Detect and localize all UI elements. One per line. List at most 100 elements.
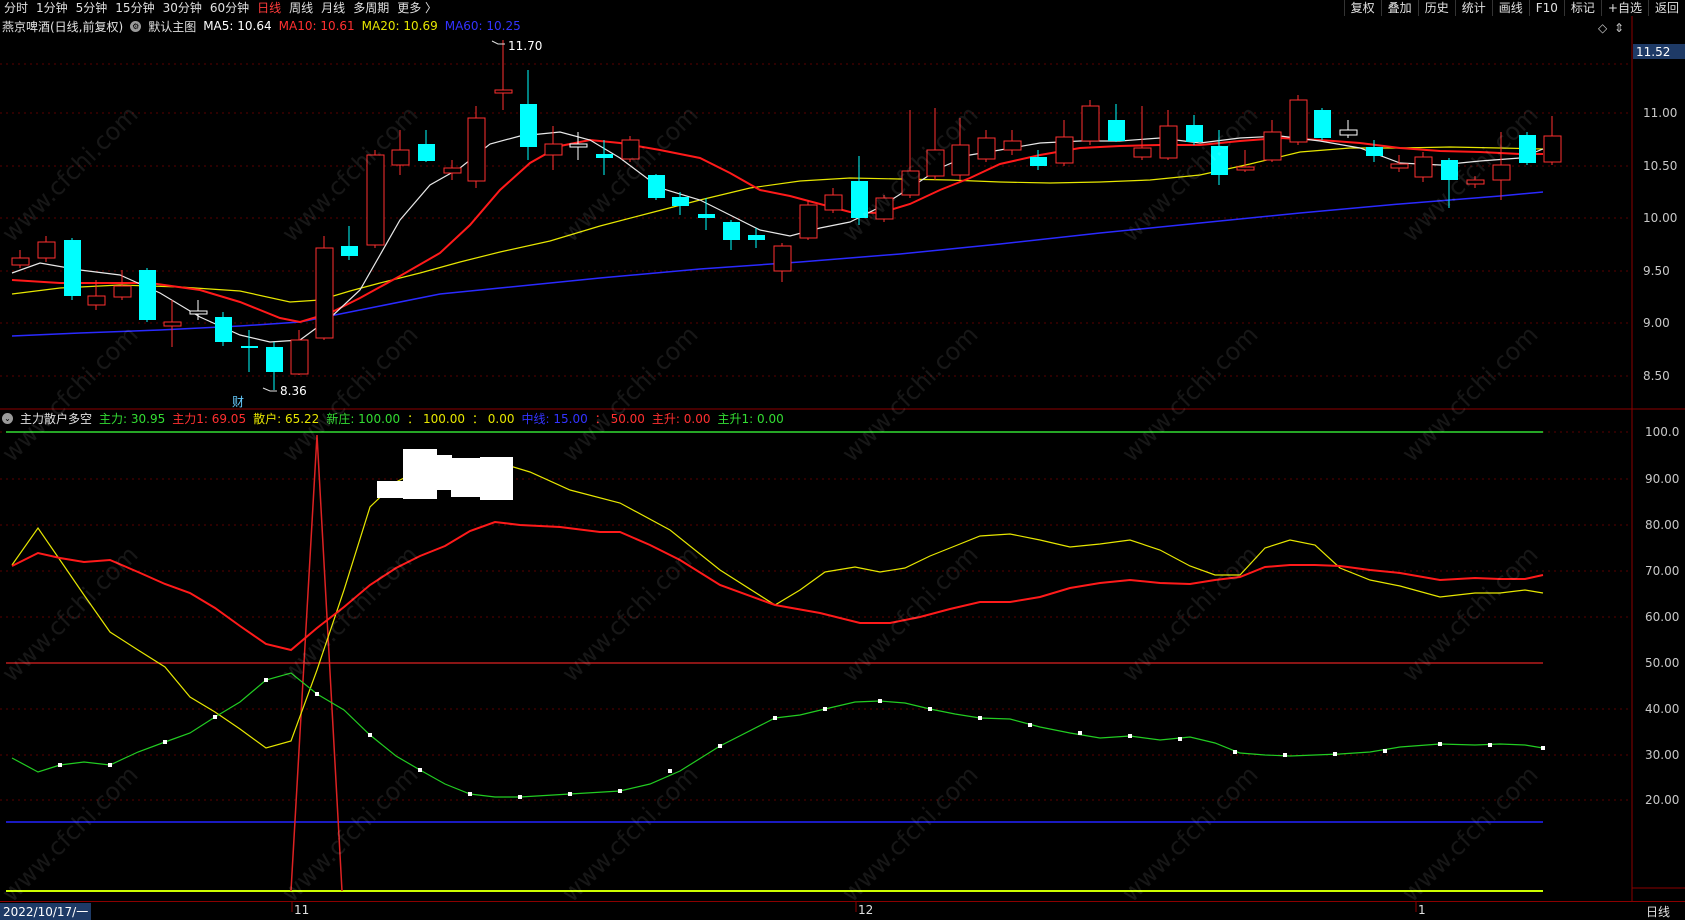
candle-body <box>113 285 132 298</box>
candle-body <box>723 222 740 240</box>
zhuli-dot <box>264 678 268 682</box>
zhuli-dot <box>928 707 932 711</box>
candle-body <box>648 175 665 198</box>
zhuli-dot <box>418 768 422 772</box>
candle-body <box>418 144 435 161</box>
svg-text:40.00: 40.00 <box>1645 702 1679 716</box>
candle-body <box>544 143 563 156</box>
candle-body <box>1289 99 1308 143</box>
candle-body <box>1339 129 1358 136</box>
candle-body <box>37 241 56 259</box>
candle-body <box>443 167 462 174</box>
svg-text:30.00: 30.00 <box>1645 748 1679 762</box>
svg-text:100.0: 100.0 <box>1645 425 1679 439</box>
candle-body <box>1414 156 1433 178</box>
zhuli-dot <box>518 795 522 799</box>
zhuli-dot <box>315 692 319 696</box>
candle-body <box>1003 140 1022 151</box>
candle-body <box>1466 179 1485 185</box>
sanhu-line <box>11 459 1544 749</box>
candle-body <box>1108 120 1125 141</box>
date-label-dec: 12 <box>858 903 874 917</box>
svg-text:60.00: 60.00 <box>1645 610 1679 624</box>
candle-body <box>241 346 258 348</box>
candle-body <box>824 194 843 211</box>
zhuli-dot <box>1488 743 1492 747</box>
zhuli-dot <box>618 789 622 793</box>
candle-body <box>215 317 232 342</box>
candle-body <box>569 143 588 148</box>
event-badge[interactable]: 财 <box>232 395 244 409</box>
price-tick: 9.00 <box>1643 316 1670 330</box>
zhuli1-line <box>11 520 1544 652</box>
zhuli-dot <box>823 707 827 711</box>
zhuli-dot <box>978 716 982 720</box>
candle-body <box>315 247 334 339</box>
date-label-nov: 11 <box>294 903 310 917</box>
zhuli-dot <box>108 763 112 767</box>
svg-text:70.00: 70.00 <box>1645 564 1679 578</box>
overlay-blocks <box>377 449 513 500</box>
zhuli-dot <box>1028 723 1032 727</box>
candle-body <box>1133 147 1152 158</box>
svg-text:90.00: 90.00 <box>1645 472 1679 486</box>
date-label-jan: 1 <box>1418 903 1426 917</box>
zhuli-dot <box>1333 752 1337 756</box>
candle-body <box>64 240 81 296</box>
candle-body <box>467 117 486 182</box>
candle-body <box>698 214 715 218</box>
candle-body <box>1081 105 1100 142</box>
candle-body <box>799 204 818 239</box>
candle-body <box>266 347 283 372</box>
zhuli-dot <box>878 699 882 703</box>
candle-body <box>773 245 792 272</box>
candle-body <box>1263 131 1282 161</box>
expand-icon[interactable]: ⇕ <box>1614 21 1624 35</box>
candle-body <box>1236 166 1255 171</box>
candle-body <box>672 197 689 206</box>
candle-body <box>901 170 920 196</box>
candle-body <box>1519 135 1536 163</box>
candle-body <box>951 144 970 176</box>
candle-body <box>1366 147 1383 156</box>
candle-body <box>977 137 996 160</box>
zhuli-dot <box>58 763 62 767</box>
svg-text:80.00: 80.00 <box>1645 518 1679 532</box>
chart-canvas[interactable]: 11.00 10.50 10.00 9.50 9.00 8.50 11.52 ◇… <box>0 0 1685 919</box>
price-tick: 10.50 <box>1643 159 1677 173</box>
price-tick: 8.50 <box>1643 369 1670 383</box>
date-axis <box>0 901 1685 920</box>
zhuli-dot <box>1233 750 1237 754</box>
current-price-label: 11.52 <box>1636 45 1670 59</box>
candle-body <box>1211 146 1228 175</box>
candle-body <box>875 197 894 220</box>
candle-body <box>520 104 537 147</box>
zhuli-dot <box>668 769 672 773</box>
zhuli-dot <box>773 716 777 720</box>
zhuli-dot <box>568 792 572 796</box>
candle-body <box>391 149 410 166</box>
price-tick: 10.00 <box>1643 211 1677 225</box>
candle-body <box>290 339 309 375</box>
candle-body <box>139 270 156 320</box>
zhuli-dot <box>1128 734 1132 738</box>
zhuli-dots <box>58 678 1545 799</box>
candle-body <box>1186 125 1203 142</box>
candle-body <box>1030 157 1047 166</box>
zhuli-dot <box>213 715 217 719</box>
candle-body <box>1390 163 1409 169</box>
candle-body <box>189 310 208 315</box>
diamond-icon[interactable]: ◇ <box>1598 21 1608 35</box>
candle-body <box>87 295 106 306</box>
indicator-grid <box>0 431 1632 801</box>
zhuli-dot <box>718 744 722 748</box>
period-label[interactable]: 日线 <box>1646 903 1670 920</box>
zhuli-dot <box>1283 753 1287 757</box>
zhuli-dot <box>1178 737 1182 741</box>
low-marker: 8.36 <box>280 384 307 398</box>
candle-body <box>1441 160 1458 180</box>
candle-body <box>163 321 182 327</box>
date-label-start: 2022/10/17/一 <box>0 903 92 920</box>
candle-body <box>1314 110 1331 138</box>
zhuli-dot <box>1383 749 1387 753</box>
